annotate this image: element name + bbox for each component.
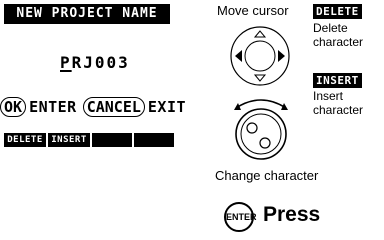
press-label: Press	[263, 203, 321, 226]
insert-desc-line1: Insert	[313, 89, 344, 103]
move-cursor-label: Move cursor	[217, 3, 289, 18]
value-dial-icon[interactable]	[228, 94, 294, 162]
cancel-key[interactable]: CANCEL	[82, 97, 145, 117]
function-key-insert[interactable]: INSERT	[48, 133, 90, 147]
change-character-label: Change character	[215, 168, 319, 183]
insert-badge: INSERT	[313, 73, 362, 88]
cursor-dpad-icon[interactable]	[228, 24, 292, 88]
delete-desc-line2: character	[313, 35, 364, 49]
insert-desc-line2: character	[313, 103, 364, 117]
screen-title: NEW PROJECT NAME	[4, 4, 170, 24]
function-key-delete[interactable]: DELETE	[4, 133, 46, 147]
ok-key[interactable]: OK	[0, 97, 27, 117]
enter-button[interactable]: ENTER	[224, 202, 257, 232]
cancel-action-label: EXIT	[147, 98, 187, 116]
cursor-character: P	[60, 53, 72, 72]
key-hint-row: OK ENTER CANCEL EXIT	[0, 96, 192, 118]
function-key-4[interactable]	[134, 133, 174, 147]
project-name-text: RJ003	[71, 53, 130, 72]
delete-badge: DELETE	[313, 4, 362, 19]
lcd-screen: NEW PROJECT NAME PRJ003 OK ENTER CANCEL …	[0, 0, 186, 147]
delete-desc-line1: Delete	[313, 21, 348, 35]
function-key-3[interactable]	[92, 133, 132, 147]
function-key-bar: DELETE INSERT	[4, 133, 176, 147]
ok-action-label: ENTER	[29, 98, 77, 116]
project-name-field[interactable]: PRJ003	[60, 53, 130, 72]
